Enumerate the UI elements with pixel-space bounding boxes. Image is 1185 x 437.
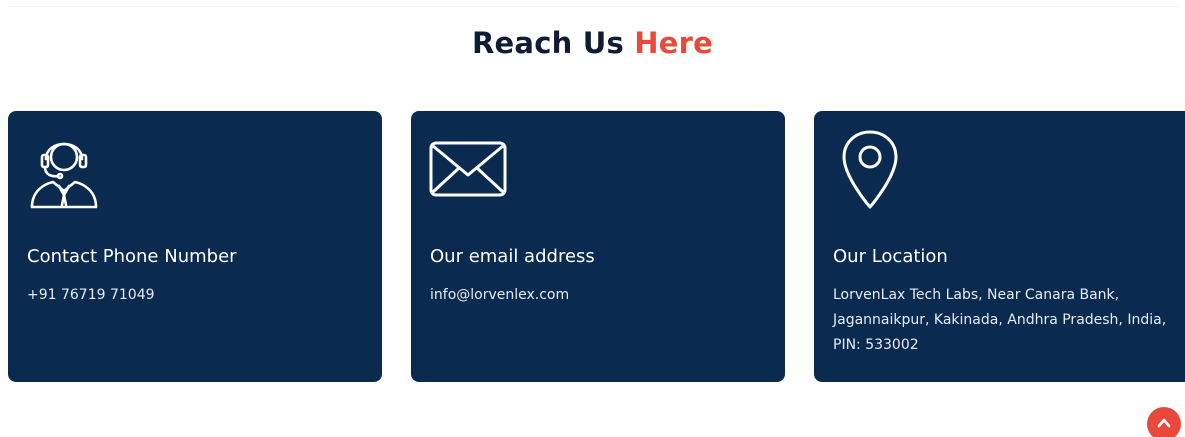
section-title: Reach Us Here bbox=[0, 26, 1185, 60]
envelope-icon bbox=[429, 129, 509, 215]
scroll-to-top-button[interactable] bbox=[1147, 407, 1181, 437]
location-pin-icon bbox=[832, 129, 912, 215]
chevron-up-icon bbox=[1156, 415, 1172, 434]
card-title: Our email address bbox=[430, 246, 595, 267]
customer-support-icon bbox=[26, 129, 106, 215]
email-address[interactable]: info@lorvenlex.com bbox=[430, 283, 782, 308]
top-divider bbox=[8, 6, 1178, 7]
contact-phone-card: Contact Phone Number +91 76719 71049 bbox=[8, 111, 382, 382]
email-card: Our email address info@lorvenlex.com bbox=[411, 111, 785, 382]
section-title-main: Reach Us bbox=[472, 26, 624, 60]
card-title: Our Location bbox=[833, 246, 948, 267]
phone-number[interactable]: +91 76719 71049 bbox=[27, 283, 379, 308]
section-title-accent: Here bbox=[634, 26, 713, 60]
location-card: Our Location LorvenLax Tech Labs, Near C… bbox=[814, 111, 1185, 382]
location-address: LorvenLax Tech Labs, Near Canara Bank, J… bbox=[833, 287, 1167, 353]
reach-us-section: Reach Us Here Contact Phone Number +91 7… bbox=[0, 0, 1185, 437]
card-title: Contact Phone Number bbox=[27, 246, 237, 267]
